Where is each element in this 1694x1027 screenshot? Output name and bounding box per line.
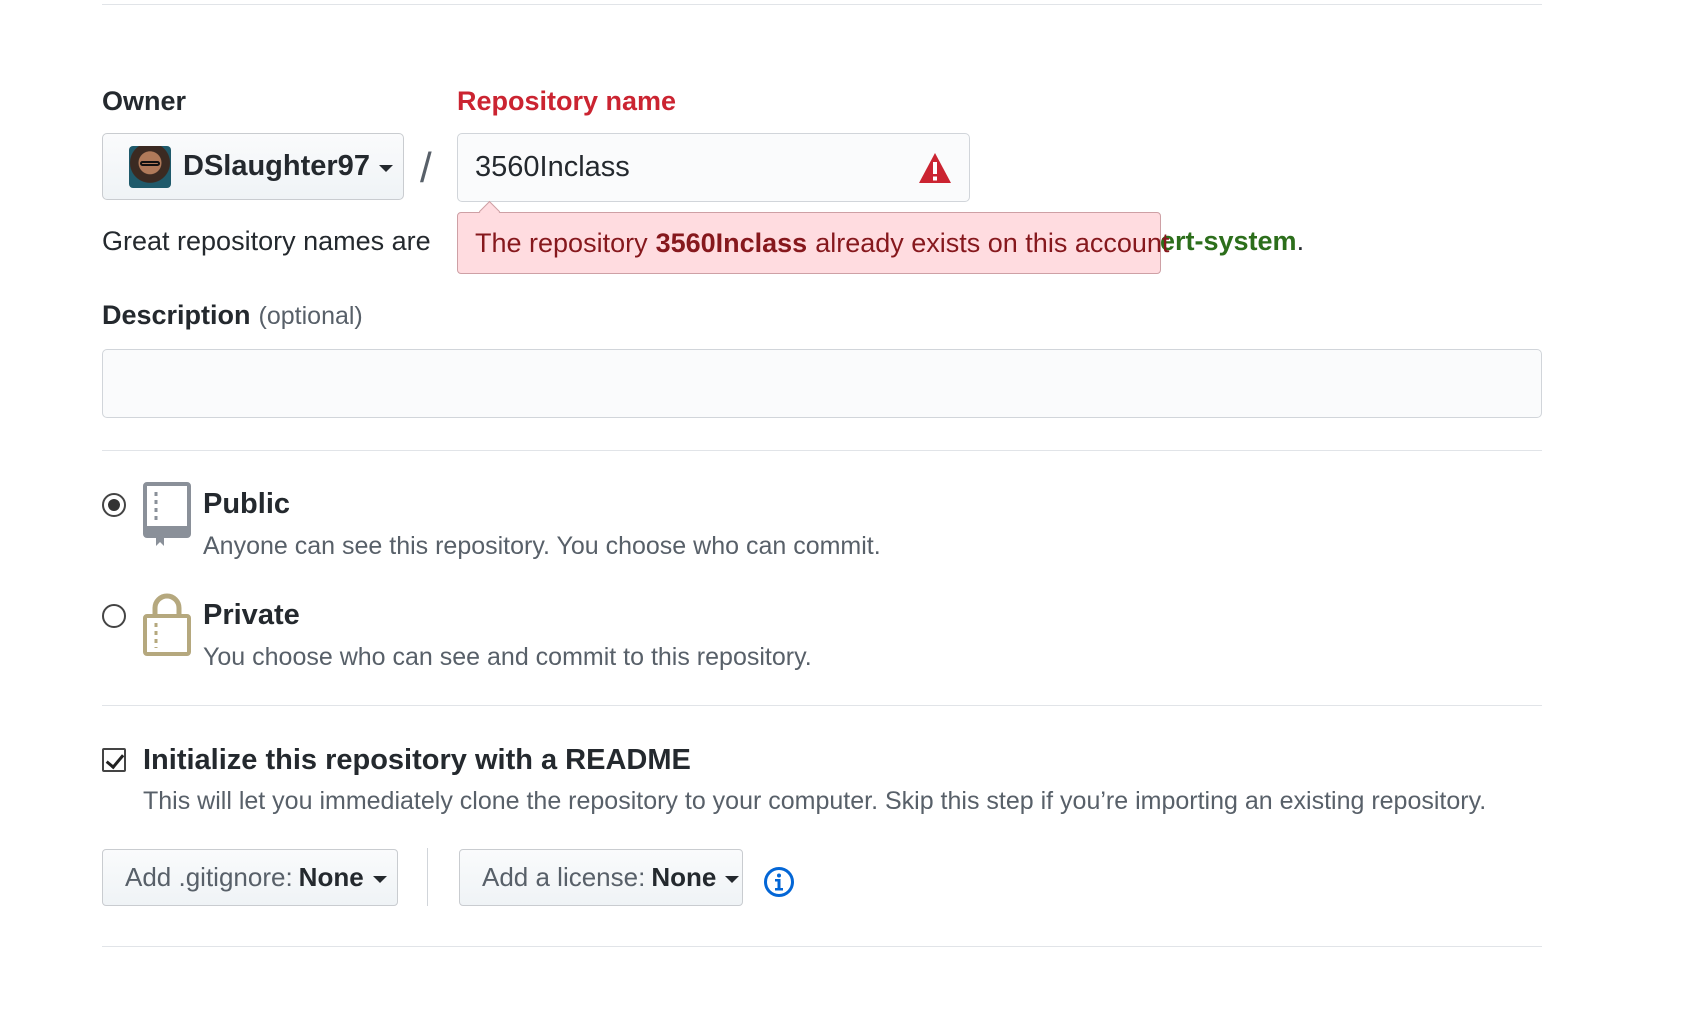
public-title: Public: [203, 488, 291, 520]
owner-select-button[interactable]: DSlaughter97: [102, 133, 404, 200]
repository-name-hint: Great repository names are: [102, 226, 431, 257]
readme-description: This will let you immediately clone the …: [143, 787, 1487, 815]
info-icon[interactable]: [763, 866, 795, 898]
private-title: Private: [203, 599, 300, 631]
public-radio[interactable]: [102, 493, 126, 517]
gitignore-select[interactable]: Add .gitignore: None: [102, 849, 398, 906]
hint-lead: Great repository names are: [102, 226, 431, 256]
public-description: Anyone can see this repository. You choo…: [203, 532, 881, 560]
gitignore-value: None: [298, 862, 364, 892]
description-input[interactable]: [102, 349, 1542, 418]
hint-period: .: [1296, 226, 1305, 256]
top-divider: [102, 4, 1542, 5]
owner-repo-separator: /: [420, 144, 432, 191]
readme-title: Initialize this repository with a README: [143, 744, 691, 776]
owner-label: Owner: [102, 86, 187, 116]
hint-tail: ert-system.: [1160, 226, 1304, 257]
repository-name-label: Repository name: [457, 86, 677, 116]
repository-name-error: The repository 3560Inclass already exist…: [457, 212, 1169, 274]
license-value: None: [651, 862, 717, 892]
private-description: You choose who can see and commit to thi…: [203, 643, 812, 671]
error-repo-name: 3560Inclass: [655, 227, 808, 258]
description-optional: (optional): [258, 302, 363, 330]
description-label: Description (optional): [102, 300, 363, 331]
repository-name-input[interactable]: 3560Inclass: [457, 133, 970, 202]
hint-suggestion-link[interactable]: ert-system: [1160, 226, 1297, 256]
description-label-text: Description: [102, 300, 251, 330]
select-divider: [427, 848, 428, 906]
repository-name-value: 3560Inclass: [475, 151, 630, 183]
gitignore-prefix: Add .gitignore:: [125, 862, 293, 892]
caret-down-icon: [378, 165, 393, 172]
readme-checkbox[interactable]: [102, 748, 126, 772]
license-select[interactable]: Add a license: None: [459, 849, 743, 906]
caret-down-icon: [372, 876, 387, 883]
error-prefix: The repository: [475, 227, 648, 258]
error-suffix: already exists on this account: [815, 227, 1170, 258]
bottom-divider: [102, 946, 1542, 947]
repo-icon: [143, 482, 191, 546]
alert-icon: [919, 153, 951, 183]
lock-icon: [143, 593, 191, 656]
avatar: [129, 145, 171, 188]
license-prefix: Add a license:: [482, 862, 646, 892]
private-radio[interactable]: [102, 604, 126, 628]
owner-name: DSlaughter97: [183, 150, 370, 182]
divider-readme: [102, 705, 1542, 706]
divider-visibility: [102, 450, 1542, 451]
caret-down-icon: [725, 876, 740, 883]
